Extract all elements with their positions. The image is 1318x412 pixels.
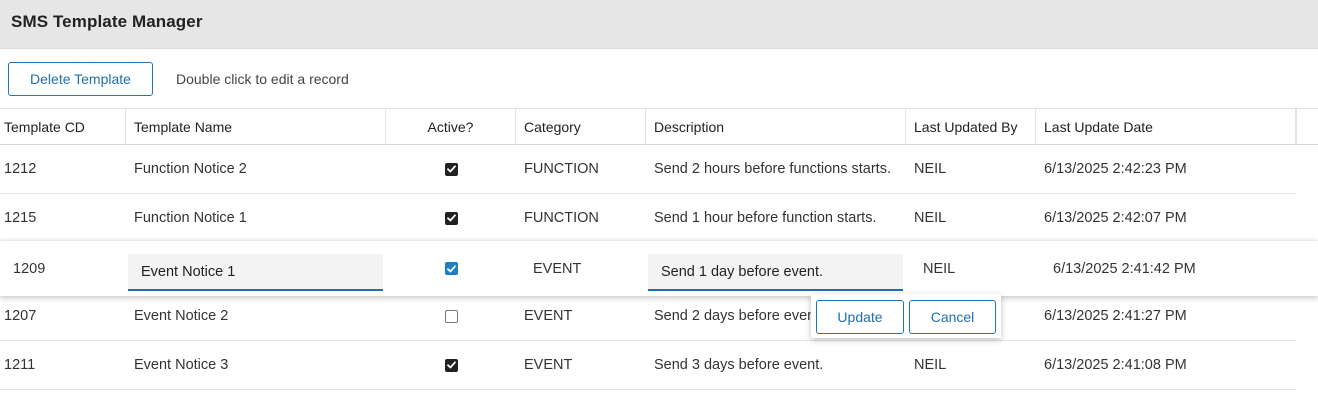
- edit-cell-last-update-date: 6/13/2025 2:41:42 PM: [1053, 260, 1196, 277]
- title-bar: SMS Template Manager: [0, 0, 1318, 49]
- template-name-input[interactable]: [128, 254, 383, 291]
- page-title: SMS Template Manager: [11, 12, 203, 31]
- column-header-last-update-date[interactable]: Last Update Date: [1036, 109, 1296, 145]
- cell-template-name: Event Notice 3: [134, 357, 229, 373]
- header-scroll-spacer: [1296, 108, 1318, 145]
- cell-template-cd: 1211: [4, 357, 36, 373]
- active-checkbox[interactable]: [444, 262, 458, 275]
- cell-last-updated-by: NEIL: [914, 161, 947, 177]
- cell-template-cd: 1215: [4, 210, 37, 226]
- cell-category: EVENT: [524, 308, 573, 324]
- toolbar: Delete Template Double click to edit a r…: [0, 49, 1318, 109]
- cell-active: [386, 292, 516, 340]
- cancel-button[interactable]: Cancel: [909, 300, 996, 334]
- table-row[interactable]: 1207 Event Notice 2 EVENT Send 2 days be…: [0, 292, 1296, 341]
- cell-description: Send 1 hour before function starts.: [654, 210, 877, 226]
- update-button[interactable]: Update: [816, 300, 904, 334]
- cell-template-name: Function Notice 1: [134, 210, 247, 226]
- cell-active: [386, 145, 516, 193]
- column-header-template-cd[interactable]: Template CD: [0, 109, 126, 145]
- edit-cell-last-updated-by: NEIL: [923, 260, 956, 277]
- table-row[interactable]: 1212 Function Notice 2 FUNCTION Send 2 h…: [0, 145, 1296, 194]
- active-checkbox[interactable]: [444, 211, 458, 225]
- cell-last-update-date: 6/13/2025 2:42:23 PM: [1044, 161, 1187, 177]
- cell-category: EVENT: [524, 357, 573, 373]
- cell-active: [386, 341, 516, 389]
- cell-description: Send 3 days before event.: [654, 357, 824, 373]
- active-checkbox[interactable]: [444, 309, 458, 323]
- cell-category: FUNCTION: [524, 210, 599, 226]
- cell-description: Send 2 hours before functions starts.: [654, 161, 891, 177]
- cell-last-updated-by: NEIL: [914, 210, 947, 226]
- column-header-category[interactable]: Category: [516, 109, 646, 145]
- edit-cell-active: [386, 241, 516, 296]
- editing-row[interactable]: 1209 EVENT NEIL 6/13/2025 2:41:42 PM: [0, 241, 1318, 296]
- grid-header: Template CD Template Name Active? Catego…: [0, 108, 1296, 145]
- column-header-description[interactable]: Description: [646, 109, 906, 145]
- cell-category: FUNCTION: [524, 161, 599, 177]
- column-header-last-updated-by[interactable]: Last Updated By: [906, 109, 1036, 145]
- active-checkbox[interactable]: [444, 358, 458, 372]
- table-row[interactable]: 1215 Function Notice 1 FUNCTION Send 1 h…: [0, 194, 1296, 243]
- cell-template-cd: 1212: [4, 161, 37, 177]
- column-header-active[interactable]: Active?: [386, 109, 516, 145]
- template-grid: Template CD Template Name Active? Catego…: [0, 108, 1318, 412]
- column-header-template-name[interactable]: Template Name: [126, 109, 386, 145]
- edit-actions-popup: Update Cancel: [811, 294, 1001, 338]
- edit-cell-template-cd: 1209: [13, 260, 46, 277]
- table-row[interactable]: 1211 Event Notice 3 EVENT Send 3 days be…: [0, 341, 1296, 390]
- cell-template-cd: 1207: [4, 308, 37, 324]
- cell-template-name: Function Notice 2: [134, 161, 247, 177]
- cell-last-update-date: 6/13/2025 2:41:27 PM: [1044, 308, 1187, 324]
- active-checkbox[interactable]: [444, 162, 458, 176]
- cell-last-updated-by: NEIL: [914, 357, 947, 373]
- cell-last-update-date: 6/13/2025 2:42:07 PM: [1044, 210, 1187, 226]
- edit-cell-category: EVENT: [533, 260, 582, 277]
- description-input[interactable]: [648, 254, 903, 291]
- cell-last-update-date: 6/13/2025 2:41:08 PM: [1044, 357, 1187, 373]
- cell-active: [386, 194, 516, 242]
- edit-hint: Double click to edit a record: [176, 71, 349, 87]
- delete-template-button[interactable]: Delete Template: [8, 62, 153, 96]
- cell-template-name: Event Notice 2: [134, 308, 229, 324]
